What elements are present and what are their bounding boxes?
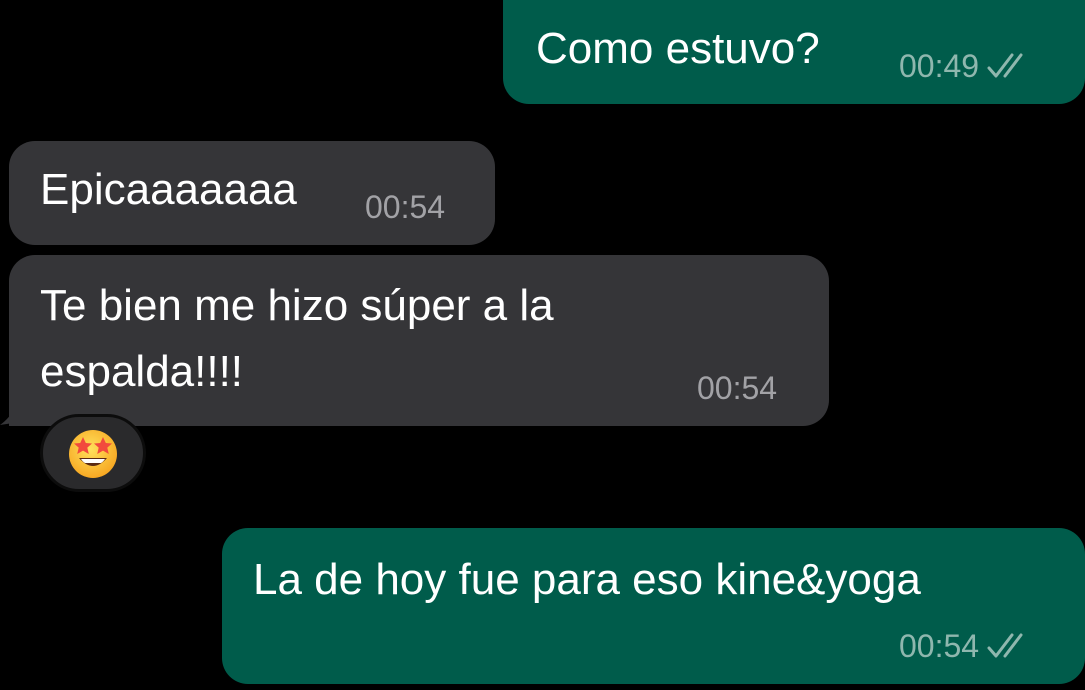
- star-struck-emoji-icon: [69, 430, 117, 478]
- message-bubble-outgoing[interactable]: Como estuvo? 00:49: [503, 0, 1085, 104]
- message-text-line-1: Te bien me hizo súper a la: [40, 281, 554, 330]
- message-time: 00:49: [899, 48, 980, 84]
- message-time: 00:54: [899, 628, 980, 664]
- message-meta: 00:54: [899, 628, 1033, 664]
- message-text: Como estuvo?: [536, 24, 820, 73]
- message-text: Epicaaaaaaa: [40, 165, 297, 214]
- double-check-icon: [987, 53, 1023, 78]
- message-reaction[interactable]: [40, 414, 146, 492]
- message-text-line-2: espalda!!!!: [40, 347, 244, 396]
- message-bubble-outgoing[interactable]: La de hoy fue para eso kine&yoga 00:54: [222, 528, 1085, 684]
- chat-conversation: Como estuvo? 00:49 Epicaaaaaaa 00:54 Te …: [0, 0, 1085, 690]
- message-text: La de hoy fue para eso kine&yoga: [253, 555, 921, 604]
- message-time: 00:54: [365, 189, 446, 225]
- double-check-icon: [987, 633, 1023, 658]
- message-bubble-incoming[interactable]: Epicaaaaaaa 00:54: [9, 141, 495, 245]
- message-meta: 00:54: [365, 189, 445, 225]
- message-meta: 00:49: [899, 48, 1033, 84]
- message-time: 00:54: [697, 370, 778, 406]
- message-bubble-incoming[interactable]: Te bien me hizo súper a la espalda!!!! 0…: [9, 255, 829, 426]
- message-meta: 00:54: [697, 370, 777, 406]
